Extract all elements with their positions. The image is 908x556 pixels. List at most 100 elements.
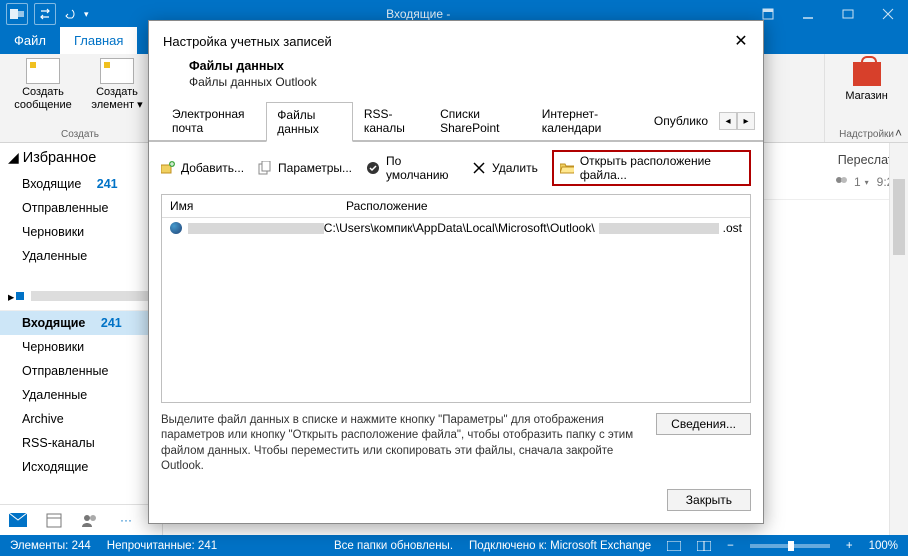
new-items-button[interactable]: Создатьэлемент ▾: [82, 58, 152, 111]
tab-home[interactable]: Главная: [60, 27, 137, 54]
name-redacted: [188, 223, 324, 234]
zoom-out[interactable]: −: [727, 540, 734, 552]
qat-undo[interactable]: [62, 6, 78, 22]
scrollbar-thumb[interactable]: [893, 179, 905, 255]
collapse-icon: ◢: [8, 149, 19, 166]
view-icon: [667, 541, 681, 551]
mail-icon: [9, 513, 27, 527]
maximize-button[interactable]: [828, 0, 868, 28]
dialog-heading: Файлы данных: [189, 59, 749, 73]
qat-b1[interactable]: [34, 3, 56, 25]
ribbon-display-icon: [762, 8, 774, 20]
open-location-button[interactable]: Открыть расположение файла...: [552, 150, 751, 186]
reading-scrollbar[interactable]: [889, 143, 908, 535]
grid-header: Имя Расположение: [162, 195, 750, 218]
details-button[interactable]: Сведения...: [656, 413, 751, 435]
view-normal[interactable]: [667, 541, 681, 551]
globe-icon: [170, 222, 182, 234]
remove-button[interactable]: Удалить: [472, 161, 538, 175]
close-dialog-button[interactable]: Закрыть: [667, 489, 751, 511]
store-button[interactable]: Магазин: [845, 58, 887, 102]
fav-sent[interactable]: Отправленные: [0, 196, 162, 220]
group-addins-label: Надстройки: [839, 129, 894, 140]
fav-drafts[interactable]: Черновики: [0, 220, 162, 244]
folder-drafts[interactable]: Черновики: [0, 335, 162, 359]
default-button[interactable]: По умолчанию: [366, 154, 458, 182]
group-create: Создатьсообщение Создатьэлемент ▾ Создат…: [0, 54, 161, 142]
store-label: Магазин: [845, 90, 887, 102]
tab-scroll-left[interactable]: ◂: [719, 112, 737, 130]
sb-elements: Элементы: 244: [10, 540, 91, 552]
folder-outbox[interactable]: Исходящие: [0, 455, 162, 479]
account-name-redacted: [31, 291, 151, 301]
dialog-subheader: Файлы данных Файлы данных Outlook: [149, 55, 763, 101]
folder-inbox[interactable]: Входящие 241: [0, 311, 162, 335]
close-button[interactable]: [868, 0, 908, 28]
account-marker-icon: [16, 292, 24, 300]
nav-mail[interactable]: [0, 505, 36, 535]
people-icon: [81, 513, 99, 527]
tab-internet-cal[interactable]: Интернет-календари: [531, 101, 643, 141]
grid-row[interactable]: C:\Users\компик\AppData\Local\Microsoft\…: [162, 218, 750, 238]
nav-bar: ···: [0, 504, 162, 535]
location-redacted: [599, 223, 719, 234]
collapse-ribbon-icon[interactable]: ˄: [895, 126, 902, 140]
folder-pane: ◢ Избранное Входящие 241 Отправленные Че…: [0, 143, 163, 535]
settings-button[interactable]: Параметры...: [258, 161, 352, 175]
tab-published[interactable]: Опублико: [643, 108, 719, 134]
zoom-slider[interactable]: [750, 544, 830, 548]
account-settings-dialog: Настройка учетных записей ✕ Файлы данных…: [148, 20, 764, 524]
nav-more[interactable]: ···: [108, 505, 144, 535]
col-name[interactable]: Имя: [162, 195, 338, 217]
dialog-footer: Закрыть: [149, 479, 763, 523]
new-mail-button[interactable]: Создатьсообщение: [8, 58, 78, 111]
new-mail-label: Создатьсообщение: [14, 86, 72, 111]
zoom-in[interactable]: +: [846, 540, 853, 552]
tab-file[interactable]: Файл: [0, 27, 60, 54]
close-icon: [882, 8, 894, 20]
dialog-titlebar: Настройка учетных записей ✕: [149, 21, 763, 55]
group-create-label: Создать: [61, 129, 99, 140]
account-header[interactable]: ▸: [0, 282, 162, 311]
tab-scroll: ◂ ▸: [719, 112, 755, 130]
folder-archive[interactable]: Archive: [0, 407, 162, 431]
quick-access-toolbar: ▾: [0, 3, 89, 25]
dialog-subtitle: Файлы данных Outlook: [189, 75, 749, 89]
tab-rss[interactable]: RSS-каналы: [353, 101, 429, 141]
minimize-button[interactable]: [788, 0, 828, 28]
nav-calendar[interactable]: [36, 505, 72, 535]
favorites-header[interactable]: ◢ Избранное: [0, 143, 162, 172]
settings-icon: [258, 161, 272, 175]
tab-sharepoint[interactable]: Списки SharePoint: [429, 101, 531, 141]
cell-name: [170, 222, 324, 234]
remove-icon: [472, 161, 486, 175]
folder-rss[interactable]: RSS-каналы: [0, 431, 162, 455]
add-button[interactable]: Добавить...: [161, 161, 244, 175]
recipients-indicator[interactable]: 1▾: [834, 175, 869, 189]
cell-location: C:\Users\компик\AppData\Local\Microsoft\…: [324, 221, 742, 235]
help-area: Выделите файл данных в списке и нажмите …: [149, 403, 763, 479]
add-icon: [161, 161, 175, 175]
statusbar: Элементы: 244 Непрочитанные: 241 Все пап…: [0, 535, 908, 556]
people-icon: [834, 176, 850, 188]
favorites-label: Избранное: [23, 150, 96, 166]
folder-list: ◢ Избранное Входящие 241 Отправленные Че…: [0, 143, 162, 504]
view-reading[interactable]: [697, 541, 711, 551]
nav-people[interactable]: [72, 505, 108, 535]
send-receive-icon: [39, 8, 51, 20]
tab-scroll-right[interactable]: ▸: [737, 112, 755, 130]
dialog-toolbar: Добавить... Параметры... По умолчанию Уд…: [149, 142, 763, 194]
dialog-close-button[interactable]: ✕: [731, 31, 751, 51]
zoom-label: 100%: [869, 540, 898, 552]
sb-connected: Подключено к: Microsoft Exchange: [469, 540, 651, 552]
fav-inbox[interactable]: Входящие 241: [0, 172, 162, 196]
tab-datafiles[interactable]: Файлы данных: [266, 102, 353, 142]
new-mail-icon: [26, 58, 60, 84]
dialog-title: Настройка учетных записей: [163, 34, 332, 49]
tab-email[interactable]: Электронная почта: [161, 101, 266, 141]
col-location[interactable]: Расположение: [338, 195, 750, 217]
fav-deleted[interactable]: Удаленные: [0, 244, 162, 268]
folder-deleted[interactable]: Удаленные: [0, 383, 162, 407]
calendar-icon: [46, 512, 62, 528]
folder-sent[interactable]: Отправленные: [0, 359, 162, 383]
